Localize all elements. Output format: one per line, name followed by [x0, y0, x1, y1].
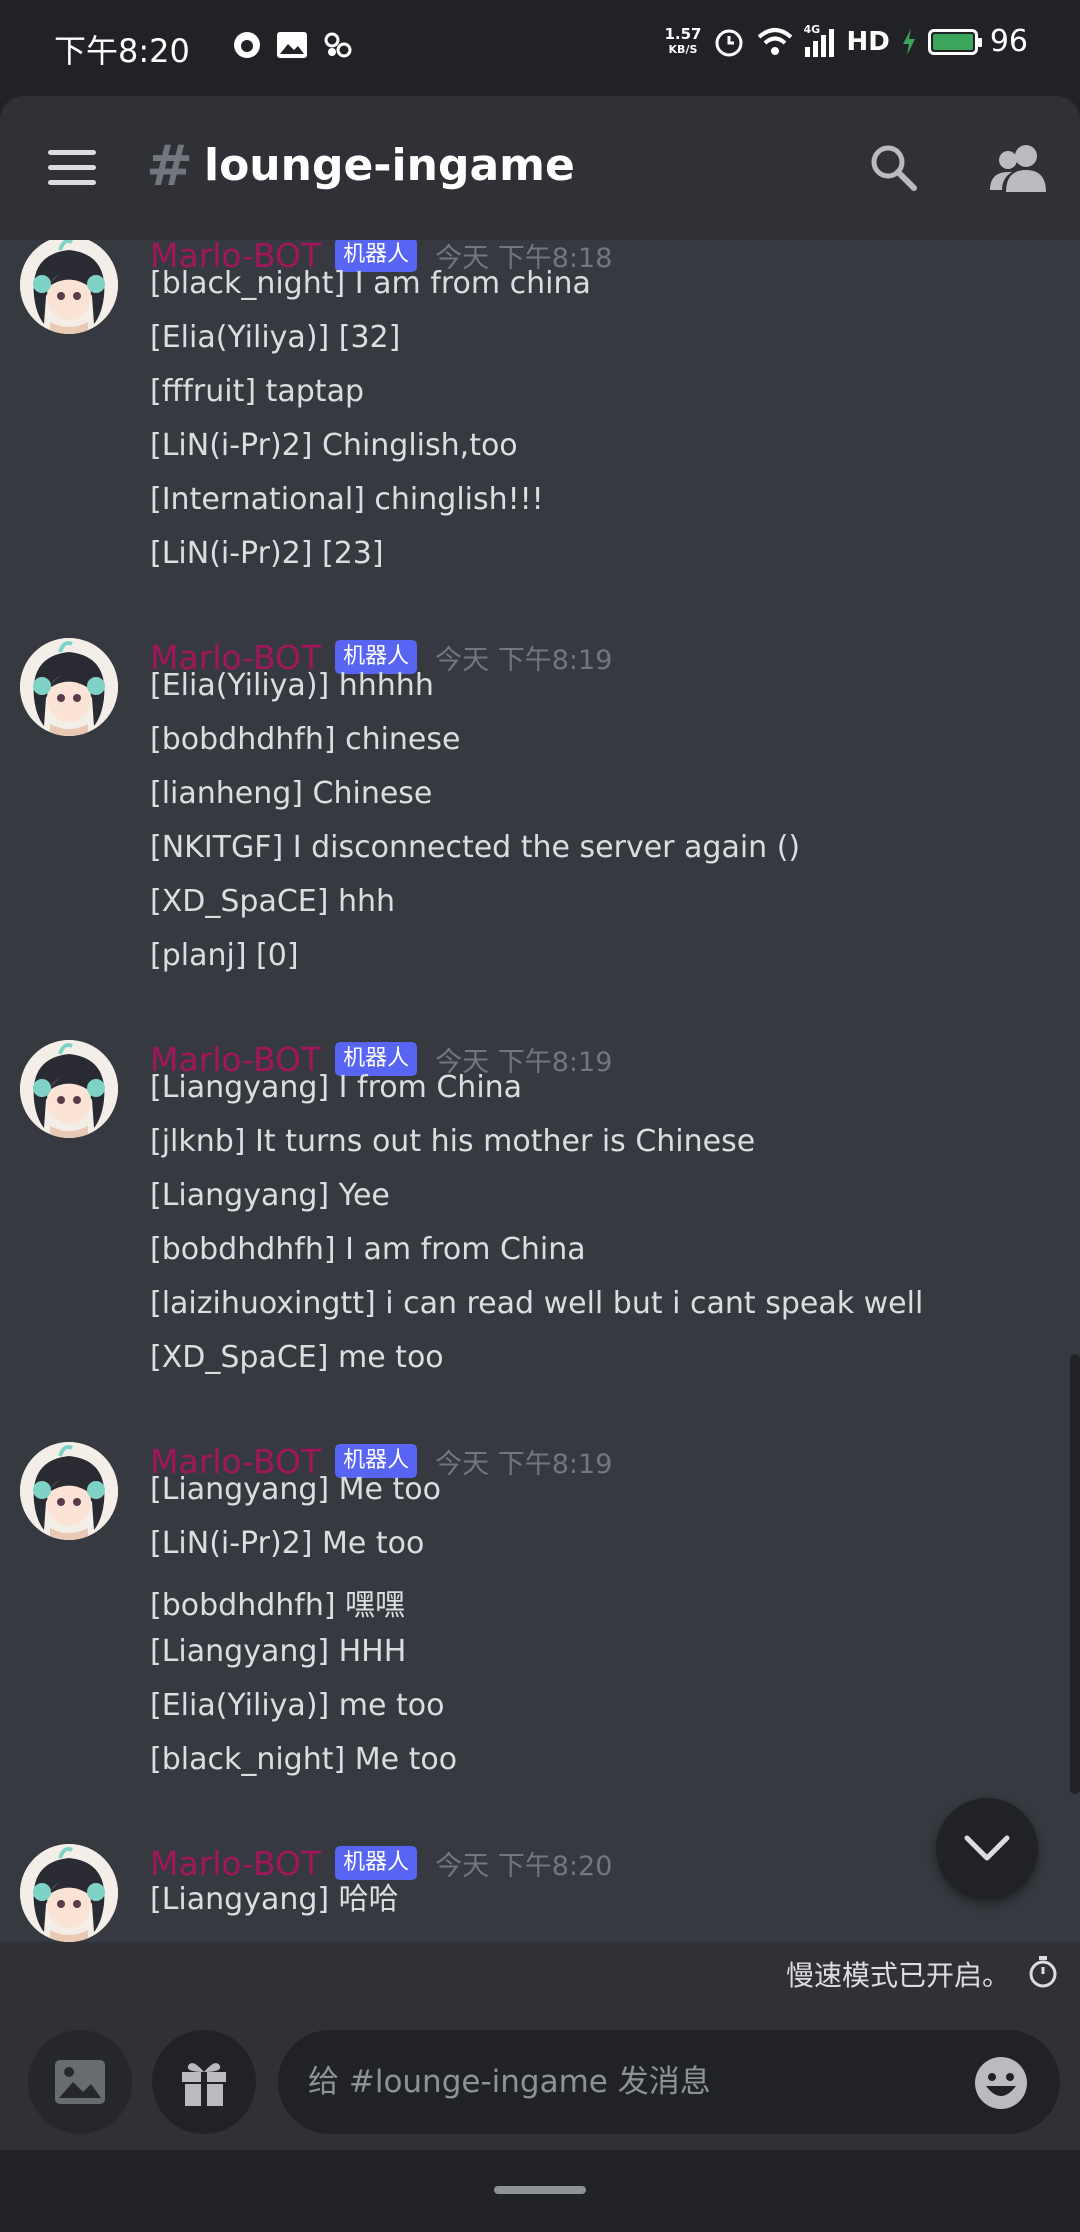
message-text: [LiN(i-Pr)2] [23]	[150, 536, 384, 571]
app-window: # lounge-ingame Marlo-BOT 机器人 今天 下午8:18 [bl…	[0, 96, 1080, 2232]
message-text: [fffruit] taptap	[150, 374, 364, 409]
emoji-icon[interactable]	[974, 2056, 1028, 2110]
search-icon[interactable]	[866, 140, 922, 196]
message-text: [LiN(i-Pr)2] Me too	[150, 1526, 425, 1561]
message-input-container	[278, 2030, 1060, 2134]
timestamp: 今天 下午8:20	[435, 1850, 613, 1882]
jump-to-bottom-button[interactable]	[936, 1798, 1038, 1900]
hd-label: HD	[846, 26, 890, 57]
home-indicator[interactable]	[494, 2186, 586, 2194]
gift-icon	[182, 2063, 226, 2106]
message-group[interactable]: Marlo-BOT 机器人 今天 下午8:19 [Elia(Yiliya)] hhhh…	[0, 632, 1080, 1032]
message-text: [bobdhdhfh] 嘿嘿	[150, 1588, 406, 1623]
notification-icons	[232, 30, 354, 60]
timestamp: 今天 下午8:19	[435, 1448, 613, 1480]
timer-icon	[1029, 1956, 1057, 1988]
message-text: [black_night] Me too	[150, 1742, 458, 1777]
message-input[interactable]	[308, 2030, 948, 2134]
status-bar: 下午8:20 1.57 KB/S 4G HD 96	[0, 0, 1080, 96]
channel-title[interactable]: lounge-ingame	[204, 140, 575, 191]
message-text: [Elia(Yiliya)] me too	[150, 1688, 445, 1723]
message-text: [International] chinglish!!!	[150, 482, 544, 517]
message-text: [black_night] I am from china	[150, 266, 591, 301]
avatar[interactable]	[20, 1442, 118, 1540]
message-text: [bobdhdhfh] I am from China	[150, 1232, 586, 1267]
avatar[interactable]	[20, 638, 118, 736]
message-text: [Elia(Yiliya)] [32]	[150, 320, 401, 355]
channel-hash-icon: #	[146, 134, 193, 199]
message-text: [NKITGF] I disconnected the server again…	[150, 830, 801, 865]
message-text: [Elia(Yiliya)] hhhhh	[150, 668, 434, 703]
slowmode-text: 慢速模式已开启。	[785, 1959, 1010, 1992]
message-text: [laizihuoxingtt] i can read well but i c…	[150, 1286, 924, 1321]
message-list[interactable]: Marlo-BOT 机器人 今天 下午8:18 [black_night] I am …	[0, 240, 1080, 1942]
message-group[interactable]: Marlo-BOT 机器人 今天 下午8:19 [Liangyang] I from …	[0, 1034, 1080, 1434]
message-text: [planj] [0]	[150, 938, 299, 973]
gift-button[interactable]	[152, 2030, 256, 2134]
network-speed: 1.57 KB/S	[664, 24, 702, 56]
image-notification-icon	[277, 32, 307, 58]
message-text: [XD_SpaCE] me too	[150, 1340, 444, 1375]
message-group[interactable]: Marlo-BOT 机器人 今天 下午8:19 [Liangyang] Me too[…	[0, 1436, 1080, 1836]
message-text: [Liangyang] HHH	[150, 1634, 407, 1669]
avatar[interactable]	[20, 240, 118, 334]
menu-icon[interactable]	[48, 150, 96, 186]
battery-icon	[927, 28, 982, 55]
timestamp: 今天 下午8:19	[435, 644, 613, 676]
chevron-down-icon	[964, 1835, 1010, 1861]
attach-image-button[interactable]	[28, 2030, 132, 2134]
avatar[interactable]	[20, 1040, 118, 1138]
message-text: [Liangyang] 哈哈	[150, 1882, 399, 1917]
navigation-bar	[0, 2150, 1080, 2232]
link-notification-icon	[324, 32, 352, 58]
avatar[interactable]	[20, 1844, 118, 1942]
channel-header: # lounge-ingame	[0, 96, 1080, 240]
message-text: [Liangyang] Me too	[150, 1472, 441, 1507]
status-time: 下午8:20	[54, 32, 190, 70]
charging-icon	[902, 28, 915, 55]
signal-icon: 4G	[803, 23, 835, 57]
message-group[interactable]: Marlo-BOT 机器人 今天 下午8:18 [black_night] I am …	[0, 240, 1080, 630]
message-text: [Liangyang] Yee	[150, 1178, 390, 1213]
scrollbar[interactable]	[1070, 1354, 1080, 1794]
wifi-icon	[758, 27, 793, 55]
message-composer	[0, 2002, 1080, 2150]
message-text: [LiN(i-Pr)2] Chinglish,too	[150, 428, 518, 463]
message-text: [XD_SpaCE] hhh	[150, 884, 396, 919]
message-text: [Liangyang] I from China	[150, 1070, 523, 1105]
app-notification-icon	[234, 32, 260, 58]
message-group[interactable]: Marlo-BOT 机器人 今天 下午8:20 [Liangyang] 哈哈	[0, 1838, 1080, 1942]
slowmode-bar: 慢速模式已开启。	[0, 1942, 1080, 2002]
image-icon	[55, 2060, 105, 2104]
status-right: 1.57 KB/S 4G HD 96	[664, 23, 1028, 60]
battery-level: 96	[989, 24, 1028, 59]
message-text: [bobdhdhfh] chinese	[150, 722, 461, 757]
members-icon[interactable]	[988, 140, 1050, 196]
message-text: [jlknb] It turns out his mother is Chine…	[150, 1124, 756, 1159]
message-text: [lianheng] Chinese	[150, 776, 433, 811]
alarm-icon	[715, 29, 743, 56]
